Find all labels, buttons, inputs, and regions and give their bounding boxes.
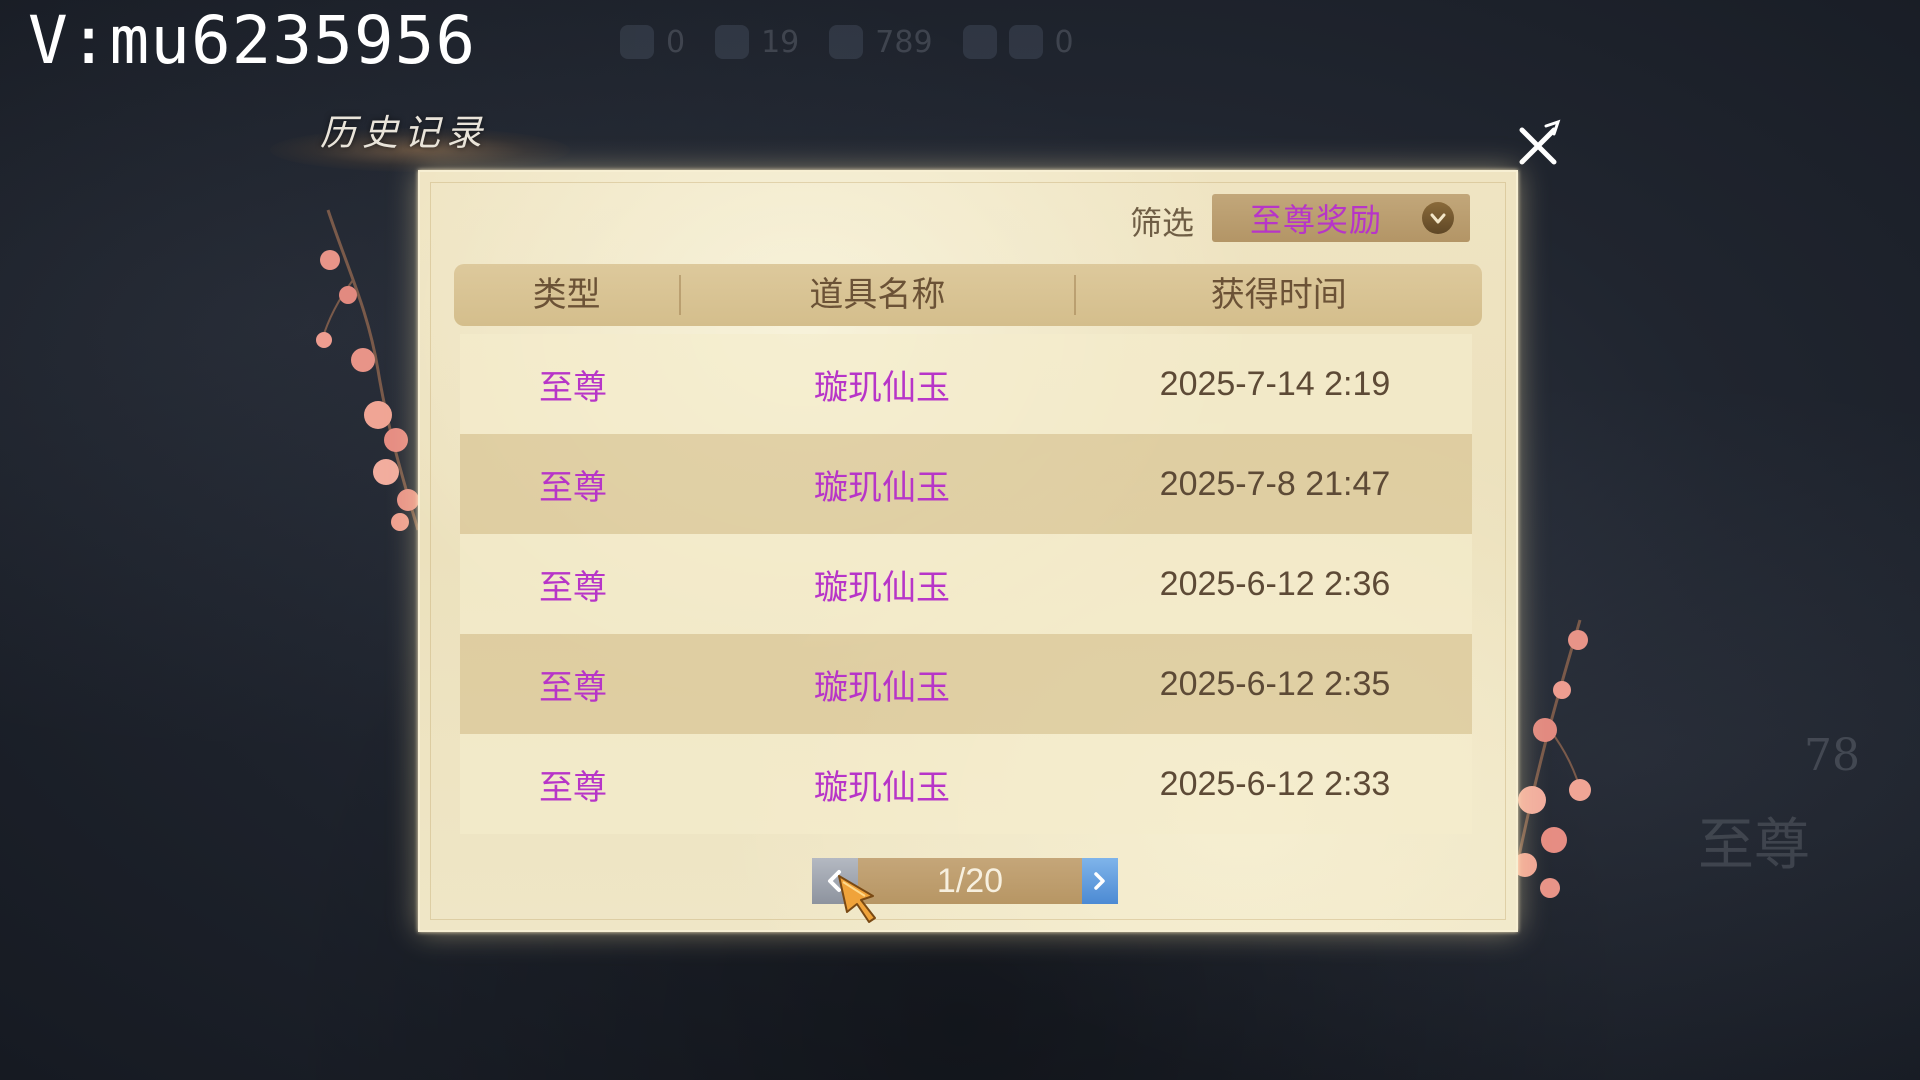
table-row: 至尊 璇玑仙玉 2025-6-12 2:35: [460, 634, 1472, 734]
pointer-cursor-icon: [838, 875, 876, 923]
column-header-item-name: 道具名称: [809, 275, 946, 315]
hud-chip: 0: [962, 24, 1074, 60]
panel-title-ribbon: 历史记录: [270, 100, 570, 180]
table-header: 类型 道具名称 获得时间: [454, 264, 1482, 326]
background-side-text: 至尊: [1698, 813, 1810, 878]
next-page-button[interactable]: [1082, 858, 1118, 904]
row-time: 2025-6-12 2:33: [1159, 764, 1391, 803]
filter-dropdown[interactable]: 至尊奖励: [1212, 194, 1470, 242]
hud-icon: [1008, 25, 1043, 59]
table-row: 至尊 璇玑仙玉 2025-6-12 2:36: [460, 534, 1472, 634]
hud-icon: [829, 25, 864, 59]
table-row: 至尊 璇玑仙玉 2025-7-8 21:47: [460, 434, 1472, 534]
row-time: 2025-6-12 2:36: [1159, 564, 1391, 603]
row-item-name: 璇玑仙玉: [814, 467, 950, 508]
hud-value: 0: [666, 24, 686, 60]
row-type: 至尊: [539, 767, 607, 808]
panel-title: 历史记录: [320, 113, 489, 154]
table-row: 至尊 璇玑仙玉 2025-7-14 2:19: [460, 334, 1472, 434]
history-panel: 筛选 至尊奖励 类型 道具名称 获得时间 至尊 璇玑仙玉 2025-7-14 2…: [418, 170, 1518, 932]
filter-selected-value: 至尊奖励: [1250, 201, 1383, 239]
hud-chip: 789: [829, 24, 933, 60]
row-time: 2025-7-14 2:19: [1159, 364, 1391, 403]
hud-icon: [962, 25, 997, 59]
chevron-right-icon: [1094, 872, 1105, 890]
close-icon: [1519, 119, 1561, 165]
column-header-type: 类型: [532, 275, 601, 315]
watermark-text: V:mu6235956: [28, 2, 477, 79]
hud-value: 19: [761, 24, 800, 60]
hud-chip: 0: [620, 25, 685, 60]
top-hud: 0 19 789 0: [620, 14, 1870, 70]
filter-label: 筛选: [1130, 204, 1195, 242]
row-time: 2025-7-8 21:47: [1159, 464, 1391, 503]
chevron-down-icon: [1422, 202, 1454, 234]
history-table-body: 至尊 璇玑仙玉 2025-7-14 2:19 至尊 璇玑仙玉 2025-7-8 …: [460, 334, 1472, 834]
hud-icon: [715, 25, 750, 59]
row-type: 至尊: [539, 467, 607, 508]
hud-value: 0: [1054, 24, 1074, 60]
row-type: 至尊: [539, 567, 607, 608]
close-button[interactable]: [1510, 118, 1566, 174]
hud-value: 789: [875, 24, 933, 60]
row-item-name: 璇玑仙玉: [814, 567, 950, 608]
hud-chip: 19: [715, 25, 799, 60]
row-type: 至尊: [539, 667, 607, 708]
hud-icon: [620, 25, 654, 59]
table-row: 至尊 璇玑仙玉 2025-6-12 2:33: [460, 734, 1472, 834]
row-item-name: 璇玑仙玉: [814, 367, 950, 408]
background-side-number: 78: [1804, 730, 1860, 781]
row-item-name: 璇玑仙玉: [814, 667, 950, 708]
column-header-obtained-time: 获得时间: [1210, 275, 1347, 315]
page-indicator: 1/20: [936, 862, 1004, 900]
row-item-name: 璇玑仙玉: [814, 767, 950, 808]
row-type: 至尊: [539, 367, 607, 408]
row-time: 2025-6-12 2:35: [1159, 664, 1391, 703]
plum-blossom-left-decoration: [316, 209, 420, 531]
